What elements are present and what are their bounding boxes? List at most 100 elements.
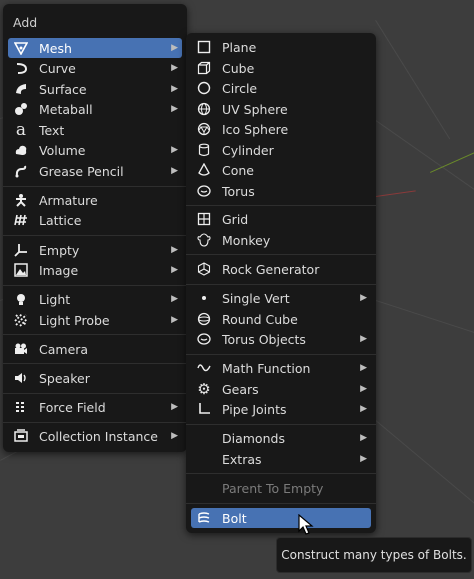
mesh-submenu: Plane Cube Circle UV Sphere Ico Sphere C… [186, 33, 376, 533]
menu-item-label: Light [39, 291, 71, 307]
menu-item-label: Parent To Empty [222, 480, 324, 496]
menu-separator [3, 186, 187, 187]
cube-icon [196, 60, 212, 76]
light-icon [13, 291, 29, 307]
menu-item-uv-sphere[interactable]: UV Sphere [191, 99, 371, 119]
surface-icon [13, 81, 29, 97]
menu-item-rock-generator[interactable]: Rock Generator [191, 259, 371, 279]
cone-icon [196, 162, 212, 178]
menu-item-collection-instance[interactable]: Collection Instance ▶ [8, 426, 182, 446]
menu-item-diamonds[interactable]: Diamonds ▶ [191, 428, 371, 448]
menu-item-math-function[interactable]: Math Function ▶ [191, 358, 371, 378]
menu-item-label: Extras [222, 451, 262, 467]
menu-separator [3, 422, 187, 423]
menu-item-grid[interactable]: Grid [191, 209, 371, 229]
menu-item-metaball[interactable]: Metaball ▶ [8, 99, 182, 119]
speaker-icon [13, 370, 29, 386]
menu-item-label: Cube [222, 60, 255, 76]
menu-item-torus-objects[interactable]: Torus Objects ▶ [191, 329, 371, 349]
uv-sphere-icon [196, 101, 212, 117]
round-cube-icon [196, 311, 212, 327]
menu-item-single-vert[interactable]: Single Vert ▶ [191, 288, 371, 308]
empty-icon [13, 242, 29, 258]
bolt-icon [196, 510, 212, 526]
menu-item-label: Grid [222, 211, 249, 227]
menu-item-cylinder[interactable]: Cylinder [191, 140, 371, 160]
menu-separator [3, 285, 187, 286]
cylinder-icon [196, 142, 212, 158]
menu-item-label: Collection Instance [39, 428, 158, 444]
grid-icon [196, 211, 212, 227]
menu-item-curve[interactable]: Curve ▶ [8, 58, 182, 78]
submenu-arrow-icon: ▶ [171, 43, 178, 53]
menu-item-extras[interactable]: Extras ▶ [191, 449, 371, 469]
submenu-arrow-icon: ▶ [171, 294, 178, 304]
menu-item-label: Torus Objects [222, 331, 306, 347]
menu-item-cone[interactable]: Cone [191, 160, 371, 180]
submenu-arrow-icon: ▶ [171, 265, 178, 275]
light-probe-icon [13, 312, 29, 328]
menu-separator [186, 254, 376, 255]
menu-item-cube[interactable]: Cube [191, 58, 371, 78]
add-menu-title: Add [13, 15, 38, 30]
menu-item-label: Grease Pencil [39, 163, 124, 179]
tooltip-text: Construct many types of Bolts. [281, 548, 467, 562]
menu-item-grease-pencil[interactable]: Grease Pencil ▶ [8, 161, 182, 181]
menu-item-label: Light Probe [39, 312, 110, 328]
menu-item-label: Diamonds [222, 430, 285, 446]
menu-item-label: Lattice [39, 212, 82, 228]
menu-item-volume[interactable]: Volume ▶ [8, 140, 182, 160]
torus-icon [196, 183, 212, 199]
single-vert-icon [196, 290, 212, 306]
volume-icon [13, 142, 29, 158]
submenu-arrow-icon: ▶ [360, 384, 367, 394]
armature-icon [13, 192, 29, 208]
menu-item-label: Circle [222, 80, 258, 96]
menu-item-force-field[interactable]: Force Field ▶ [8, 397, 182, 417]
menu-separator [186, 354, 376, 355]
menu-item-light-probe[interactable]: Light Probe ▶ [8, 310, 182, 330]
menu-item-label: Monkey [222, 232, 271, 248]
menu-item-ico-sphere[interactable]: Ico Sphere [191, 119, 371, 139]
menu-item-gears[interactable]: ⚙ Gears ▶ [191, 379, 371, 399]
mouse-cursor-icon [298, 513, 314, 539]
menu-item-pipe-joints[interactable]: Pipe Joints ▶ [191, 399, 371, 419]
menu-item-label: UV Sphere [222, 101, 288, 117]
menu-item-lattice[interactable]: Lattice [8, 210, 182, 230]
menu-item-bolt[interactable]: Bolt [191, 508, 371, 528]
submenu-arrow-icon: ▶ [171, 315, 178, 325]
menu-item-round-cube[interactable]: Round Cube [191, 309, 371, 329]
plane-icon [196, 39, 212, 55]
menu-item-label: Mesh [39, 40, 72, 56]
menu-item-label: Text [39, 122, 65, 138]
force-field-icon [13, 399, 29, 415]
menu-item-label: Single Vert [222, 290, 290, 306]
menu-item-circle[interactable]: Circle [191, 78, 371, 98]
menu-item-label: Empty [39, 242, 80, 258]
add-menu: Add Mesh ▶ Curve ▶ Surface ▶ Metaball ▶ … [3, 4, 187, 452]
metaball-icon [13, 101, 29, 117]
grease-pencil-icon [13, 163, 29, 179]
menu-item-armature[interactable]: Armature [8, 190, 182, 210]
menu-item-mesh[interactable]: Mesh ▶ [8, 38, 182, 58]
submenu-arrow-icon: ▶ [171, 431, 178, 441]
torus-objects-icon [196, 331, 212, 347]
submenu-arrow-icon: ▶ [360, 454, 367, 464]
menu-separator [3, 235, 187, 236]
menu-item-surface[interactable]: Surface ▶ [8, 79, 182, 99]
ico-sphere-icon [196, 121, 212, 137]
menu-item-light[interactable]: Light ▶ [8, 289, 182, 309]
menu-item-plane[interactable]: Plane [191, 37, 371, 57]
menu-item-text[interactable]: a Text [8, 120, 182, 140]
menu-item-image[interactable]: Image ▶ [8, 260, 182, 280]
menu-item-camera[interactable]: Camera [8, 339, 182, 359]
menu-item-speaker[interactable]: Speaker [8, 368, 182, 388]
menu-item-label: Metaball [39, 101, 93, 117]
mesh-triangle-icon [13, 40, 29, 56]
curve-icon [13, 60, 29, 76]
submenu-arrow-icon: ▶ [171, 63, 178, 73]
submenu-arrow-icon: ▶ [360, 334, 367, 344]
menu-item-empty[interactable]: Empty ▶ [8, 240, 182, 260]
menu-item-torus[interactable]: Torus [191, 181, 371, 201]
menu-item-monkey[interactable]: Monkey [191, 230, 371, 250]
